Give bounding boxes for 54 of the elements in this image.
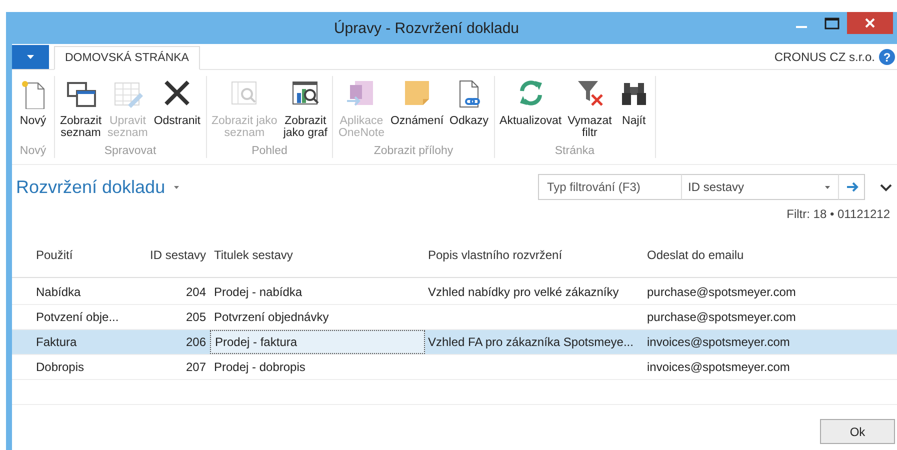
page-title: Rozvržení dokladu — [16, 176, 166, 198]
group-label: Spravovat — [104, 145, 156, 157]
close-button[interactable] — [847, 12, 893, 34]
help-icon[interactable]: ? — [879, 48, 895, 64]
table-cell-text: purchase@spotsmeyer.com — [646, 285, 797, 299]
window-title: Úpravy - Rozvržení dokladu — [332, 20, 520, 36]
ribbon-button[interactable]: Aktualizovat — [498, 76, 563, 145]
column-header[interactable]: Odeslat do emailu — [643, 248, 883, 262]
table-row[interactable]: Faktura 206 Prodej - faktura Vzhled FA pro zákazníka Spotsmeye... invoices@spotsmeyer.com — [12, 330, 897, 355]
table-cell-text: Prodej - nabídka — [213, 285, 304, 299]
ok-button[interactable]: Ok — [820, 419, 895, 444]
filter-input-field[interactable]: Typ filtrování (F3) — [538, 174, 682, 200]
group-label: Zobrazit přílohy — [374, 145, 454, 157]
column-header[interactable]: Popis vlastního rozvržení — [425, 248, 643, 262]
ribbon-button[interactable]: Odkazy — [448, 76, 490, 145]
table-cell-text: 205 — [184, 310, 207, 324]
company-name: CRONUS CZ s.r.o. — [774, 50, 875, 64]
ribbon-button[interactable]: Vymazat filtr — [566, 76, 613, 145]
table-cell-text: invoices@spotsmeyer.com — [646, 360, 791, 374]
table-cell-text: Vzhled nabídky pro velké zákazníky — [427, 285, 620, 299]
column-header[interactable]: Použití — [12, 248, 140, 262]
table-cell-text: 207 — [184, 360, 207, 374]
table-cell-text: Faktura — [35, 335, 78, 349]
table-row[interactable]: Nabídka 204 Prodej - nabídka Vzhled nabídky pro velké zákazníky purchase@spotsmeyer.com — [12, 280, 897, 305]
group-label: Stránka — [554, 145, 595, 157]
filter-summary: Filtr: 18 • 01121212 — [786, 207, 890, 223]
group-label: Pohled — [252, 145, 288, 157]
table-cell-text: purchase@spotsmeyer.com — [646, 310, 797, 324]
table-cell-text: Prodej - dobropis — [213, 360, 306, 374]
filter-field-dropdown[interactable]: ID sestavy — [682, 174, 839, 200]
table-cell-text: 204 — [184, 285, 207, 299]
ribbon-tab[interactable]: DOMOVSKÁ STRÁNKA — [54, 46, 200, 70]
ribbon-button[interactable]: Najít — [616, 76, 651, 145]
column-header[interactable]: Titulek sestavy — [210, 248, 425, 262]
table-cell-text: Potvzení obje... — [35, 310, 120, 324]
table-cell: Prodej - faktura — [210, 330, 425, 354]
arrow-right-icon[interactable] — [839, 174, 865, 200]
table-row[interactable]: Dobropis 207 Prodej - dobropis invoices@spotsmeyer.com — [12, 355, 897, 380]
ribbon-button[interactable]: Oznámení — [389, 76, 445, 145]
menu-dropdown-button[interactable] — [12, 44, 49, 68]
table-cell-text: Nabídka — [35, 285, 82, 299]
ribbon-button[interactable]: Nový — [16, 76, 50, 145]
table-cell-text: Dobropis — [35, 360, 86, 374]
column-header[interactable]: ID sestavy — [140, 248, 210, 262]
table-cell-text: Potvrzení objednávky — [213, 310, 330, 324]
ribbon-button[interactable]: Zobrazit jako graf — [282, 76, 328, 145]
caret-icon — [824, 183, 832, 191]
ribbon-button[interactable]: Zobrazit seznam — [59, 76, 103, 145]
caret-icon[interactable] — [173, 183, 182, 191]
table-cell-text: 206 — [184, 335, 207, 349]
group-label: Nový — [20, 145, 46, 157]
table-cell-text: invoices@spotsmeyer.com — [646, 335, 791, 349]
table-cell-text: Vzhled FA pro zákazníka Spotsmeye... — [427, 335, 634, 349]
ribbon-button[interactable]: Odstranit — [152, 76, 202, 145]
